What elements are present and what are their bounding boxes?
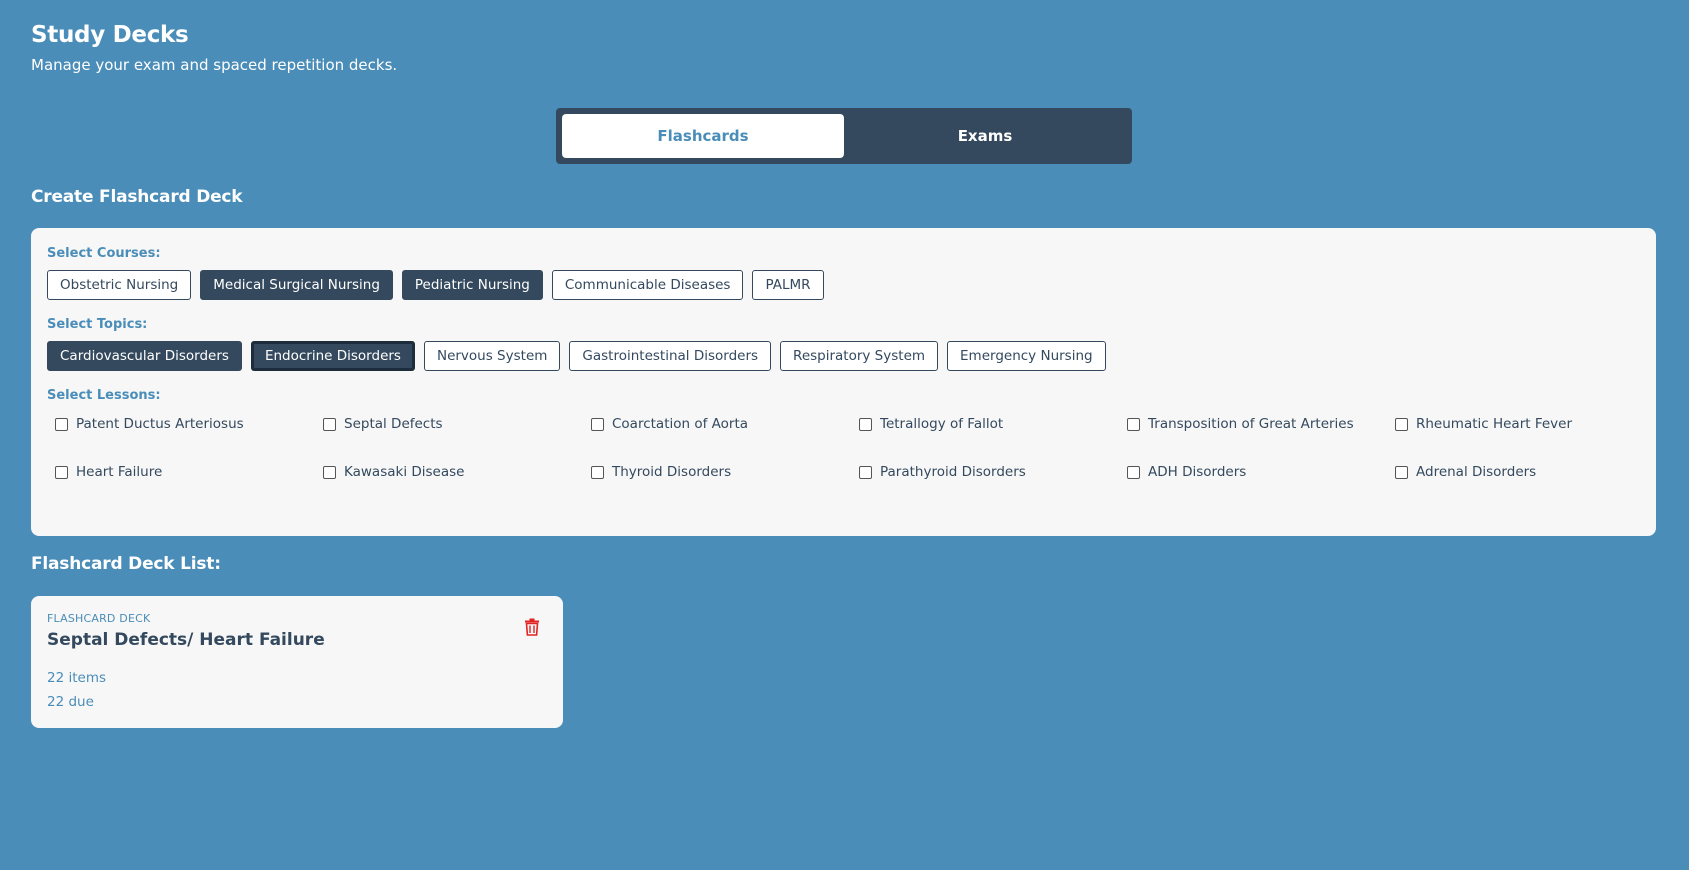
course-chip-pediatric[interactable]: Pediatric Nursing: [401, 270, 543, 300]
deck-name: Septal Defects/ Heart Failure: [47, 630, 325, 650]
lesson-option[interactable]: Heart Failure: [55, 460, 323, 484]
deck-list-title: Flashcard Deck List:: [31, 554, 221, 574]
lesson-checkbox[interactable]: [1127, 417, 1140, 431]
lesson-checkbox[interactable]: [859, 417, 872, 431]
lesson-label: Coarctation of Aorta: [612, 416, 749, 432]
deck-stats: 22 items 22 due: [47, 666, 547, 714]
lesson-label: Adrenal Disorders: [1416, 464, 1537, 480]
topic-chips: Cardiovascular Disorders Endocrine Disor…: [47, 341, 1640, 371]
lessons-label: Select Lessons:: [47, 388, 161, 403]
page-header: Study Decks Manage your exam and spaced …: [31, 22, 397, 74]
lesson-label: Rheumatic Heart Fever: [1416, 416, 1573, 432]
topic-chip-cardiovascular[interactable]: Cardiovascular Disorders: [47, 341, 242, 371]
deck-item-count: 22 items: [47, 670, 107, 686]
lesson-checkbox[interactable]: [1395, 417, 1408, 431]
lesson-option[interactable]: Coarctation of Aorta: [591, 412, 859, 436]
create-deck-title: Create Flashcard Deck: [31, 187, 243, 207]
topic-chip-endocrine[interactable]: Endocrine Disorders: [250, 341, 415, 371]
lesson-checkbox[interactable]: [323, 465, 336, 479]
lesson-option[interactable]: Tetrallogy of Fallot: [859, 412, 1127, 436]
lesson-label: Heart Failure: [76, 464, 163, 480]
lesson-checkbox[interactable]: [859, 465, 872, 479]
topics-label: Select Topics:: [47, 317, 148, 332]
lesson-label: Septal Defects: [344, 416, 443, 432]
tab-exams[interactable]: Exams: [844, 114, 1126, 158]
course-chip-med-surg[interactable]: Medical Surgical Nursing: [200, 270, 393, 300]
lesson-label: Thyroid Disorders: [612, 464, 732, 480]
lesson-label: Patent Ductus Arteriosus: [76, 416, 244, 432]
page-subtitle: Manage your exam and spaced repetition d…: [31, 56, 398, 74]
lesson-option[interactable]: ADH Disorders: [1127, 460, 1395, 484]
deck-due-count: 22 due: [47, 694, 94, 710]
lesson-checkboxes: Patent Ductus Arteriosus Septal Defects …: [47, 412, 1640, 484]
page-title: Study Decks: [31, 22, 189, 48]
topic-chip-respiratory[interactable]: Respiratory System: [780, 341, 939, 371]
lesson-option[interactable]: Parathyroid Disorders: [859, 460, 1127, 484]
lesson-option[interactable]: Transposition of Great Arteries: [1127, 412, 1395, 436]
deck-type-label: FLASHCARD DECK: [47, 612, 151, 625]
lesson-checkbox[interactable]: [591, 465, 604, 479]
create-deck-card: Select Courses: Obstetric Nursing Medica…: [31, 228, 1656, 536]
lesson-option[interactable]: Thyroid Disorders: [591, 460, 859, 484]
lesson-label: ADH Disorders: [1148, 464, 1247, 480]
lesson-checkbox[interactable]: [55, 417, 68, 431]
lesson-label: Tetrallogy of Fallot: [880, 416, 1004, 432]
trash-icon[interactable]: [524, 618, 540, 636]
course-chip-obstetric[interactable]: Obstetric Nursing: [47, 270, 192, 300]
courses-label: Select Courses:: [47, 246, 161, 261]
course-chip-communicable[interactable]: Communicable Diseases: [551, 270, 744, 300]
lesson-checkbox[interactable]: [323, 417, 336, 431]
lesson-checkbox[interactable]: [591, 417, 604, 431]
course-chip-palmr[interactable]: PALMR: [752, 270, 824, 300]
lesson-option[interactable]: Septal Defects: [323, 412, 591, 436]
topic-chip-gastrointestinal[interactable]: Gastrointestinal Disorders: [569, 341, 772, 371]
tab-flashcards[interactable]: Flashcards: [562, 114, 844, 158]
course-chips: Obstetric Nursing Medical Surgical Nursi…: [47, 270, 1640, 300]
lesson-label: Transposition of Great Arteries: [1148, 416, 1354, 432]
topic-chip-emergency[interactable]: Emergency Nursing: [947, 341, 1106, 371]
lesson-option[interactable]: Rheumatic Heart Fever: [1395, 412, 1663, 436]
lesson-option[interactable]: Adrenal Disorders: [1395, 460, 1663, 484]
topic-chip-nervous[interactable]: Nervous System: [423, 341, 561, 371]
lesson-option[interactable]: Patent Ductus Arteriosus: [55, 412, 323, 436]
lesson-option[interactable]: Kawasaki Disease: [323, 460, 591, 484]
lesson-checkbox[interactable]: [55, 465, 68, 479]
deck-card[interactable]: FLASHCARD DECK Septal Defects/ Heart Fai…: [31, 596, 563, 728]
lesson-label: Parathyroid Disorders: [880, 464, 1026, 480]
deck-type-tabs: Flashcards Exams: [556, 108, 1132, 164]
lesson-checkbox[interactable]: [1395, 465, 1408, 479]
lesson-checkbox[interactable]: [1127, 465, 1140, 479]
lesson-label: Kawasaki Disease: [344, 464, 465, 480]
